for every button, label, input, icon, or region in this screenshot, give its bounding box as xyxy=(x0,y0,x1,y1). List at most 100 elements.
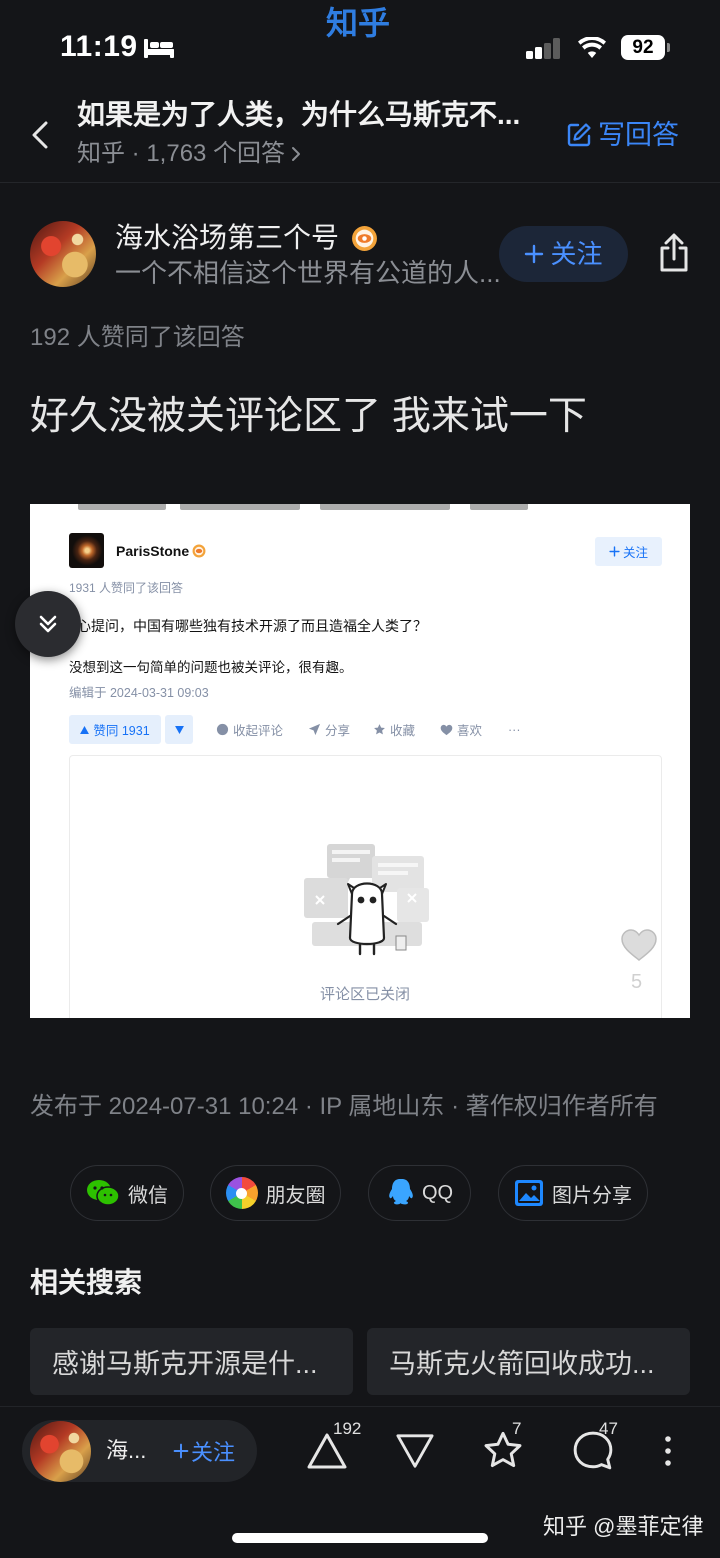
upvote-summary: 192 人赞同了该回答 xyxy=(30,324,245,351)
chevron-right-icon xyxy=(292,147,301,161)
embedded-upvote-summary: 1931 人赞同了该回答 xyxy=(69,581,184,595)
share-wechat-label: 微信 xyxy=(128,1184,168,1207)
signal-bar xyxy=(535,47,542,59)
more-button[interactable] xyxy=(662,1435,674,1467)
cropped-text-fragment xyxy=(470,504,528,510)
share-wechat-button[interactable]: 微信 xyxy=(70,1165,184,1221)
cropped-text-fragment xyxy=(320,504,450,510)
battery-icon: 92 xyxy=(621,35,665,60)
embedded-more: ··· xyxy=(508,715,521,744)
embedded-favorite: 收藏 xyxy=(373,715,415,744)
write-answer-button[interactable]: 写回答 xyxy=(566,117,679,153)
plus-icon xyxy=(609,546,620,557)
bottom-author-name[interactable]: 海... xyxy=(106,1437,146,1465)
embedded-follow-button: 关注 xyxy=(595,537,662,566)
signal-bar xyxy=(553,38,560,59)
back-button[interactable] xyxy=(31,120,49,150)
battery-tip xyxy=(667,43,670,52)
more-vertical-icon xyxy=(665,1436,671,1466)
edit-icon xyxy=(567,123,591,147)
bottom-follow-label: 关注 xyxy=(191,1440,236,1465)
double-chevron-down-icon xyxy=(39,615,57,633)
battery-level: 92 xyxy=(632,37,654,58)
related-search-item[interactable]: 马斯克火箭回收成功... xyxy=(367,1328,690,1395)
upvote-count: 192 xyxy=(333,1419,362,1438)
related-search-item[interactable]: 感谢马斯克开源是什... xyxy=(30,1328,353,1395)
signal-icon xyxy=(526,38,562,59)
publish-info: 发布于 2024-07-31 10:24 · IP 属地山东 · 著作权归作者所… xyxy=(30,1093,658,1120)
embedded-action-label: 喜欢 xyxy=(457,724,483,738)
follow-label: 关注 xyxy=(550,239,603,269)
triangle-up-icon xyxy=(80,725,90,734)
embedded-like: 喜欢 xyxy=(440,715,482,744)
heart-icon xyxy=(621,929,657,961)
embedded-action-label: 分享 xyxy=(325,724,351,738)
author-name[interactable]: 海水浴场第三个号 xyxy=(115,220,339,256)
author-badge-icon xyxy=(351,225,378,252)
image-like-button[interactable] xyxy=(620,928,658,962)
signal-bar xyxy=(544,43,551,59)
source-watermark: 知乎 @墨菲定律 xyxy=(543,1514,704,1539)
share-moments-label: 朋友圈 xyxy=(265,1184,326,1207)
qq-icon xyxy=(389,1179,413,1205)
downvote-icon xyxy=(396,1434,434,1468)
embedded-badge-icon xyxy=(192,544,206,558)
share-image-label: 图片分享 xyxy=(552,1184,632,1207)
collapse-button[interactable] xyxy=(15,591,81,657)
favorite-count: 7 xyxy=(512,1419,522,1438)
share-icon xyxy=(660,233,688,272)
embedded-author-avatar xyxy=(69,533,104,568)
star-icon xyxy=(374,724,385,735)
embedded-downvote-button xyxy=(165,715,193,744)
triangle-down-icon xyxy=(174,725,184,734)
status-time: 11:19 xyxy=(60,30,138,63)
embedded-comment-line: 没想到这一句简单的问题也被关评论，很有趣。 xyxy=(69,660,353,675)
related-search-title: 相关搜索 xyxy=(30,1267,143,1298)
question-subtitle[interactable]: 知乎 · 1,763 个回答 xyxy=(77,139,301,169)
related-search-label: 感谢马斯克开源是什... xyxy=(52,1349,318,1379)
plus-icon xyxy=(525,244,544,264)
downvote-button[interactable] xyxy=(394,1432,436,1470)
image-like-count: 5 xyxy=(631,971,643,993)
share-qq-label: QQ xyxy=(421,1181,454,1204)
cropped-text-fragment xyxy=(78,504,166,510)
heart-icon xyxy=(440,724,453,735)
paper-plane-icon xyxy=(308,723,321,736)
embedded-action-label: 收藏 xyxy=(390,724,416,738)
wechat-icon xyxy=(87,1180,120,1206)
share-moments-button[interactable]: 朋友圈 xyxy=(210,1165,341,1221)
comment-icon xyxy=(216,723,229,736)
related-search-label: 马斯克火箭回收成功... xyxy=(389,1349,655,1379)
embedded-question-line: 心提问，中国有哪些独有技术开源了而且造福全人类了？ xyxy=(77,618,427,634)
write-answer-label: 写回答 xyxy=(598,120,679,150)
embedded-action-label: 收起评论 xyxy=(233,724,284,738)
follow-button[interactable]: 关注 xyxy=(499,226,628,282)
bottom-follow-button[interactable]: 关注 xyxy=(173,1436,235,1466)
chevron-left-icon xyxy=(32,121,48,149)
cropped-text-fragment xyxy=(180,504,300,510)
embedded-upvote-button: 赞同 1931 xyxy=(69,715,161,744)
answer-text: 好久没被关评论区了 我来试一下 xyxy=(30,395,587,438)
answer-count-label: 知乎 · 1,763 个回答 xyxy=(77,140,286,167)
comments-closed-illustration xyxy=(302,836,432,966)
app-watermark-top: 知乎 xyxy=(326,5,391,41)
share-button[interactable] xyxy=(655,232,693,274)
bed-icon xyxy=(143,37,175,59)
bottom-bar-divider xyxy=(0,1406,720,1407)
share-qq-button[interactable]: QQ xyxy=(368,1165,471,1221)
signal-bar xyxy=(526,51,533,59)
share-image-button[interactable]: 图片分享 xyxy=(498,1165,648,1221)
wifi-icon xyxy=(578,36,606,59)
home-indicator xyxy=(232,1533,488,1543)
question-title[interactable]: 如果是为了人类，为什么马斯克不... xyxy=(77,97,520,133)
answer-image[interactable]: ParisStone 关注 1931 人赞同了该回答 心提问，中国有哪些独有技术… xyxy=(30,504,690,1018)
embedded-follow-label: 关注 xyxy=(622,546,648,560)
author-avatar[interactable] xyxy=(30,221,96,287)
comments-closed-label: 评论区已关闭 xyxy=(320,986,411,1003)
plus-icon xyxy=(173,1443,189,1459)
embedded-collapse-comments: 收起评论 xyxy=(216,715,283,744)
embedded-more-label: ··· xyxy=(508,722,521,737)
image-share-icon xyxy=(515,1180,543,1206)
embedded-author-name: ParisStone xyxy=(116,543,190,559)
bottom-author-avatar[interactable] xyxy=(30,1421,91,1482)
